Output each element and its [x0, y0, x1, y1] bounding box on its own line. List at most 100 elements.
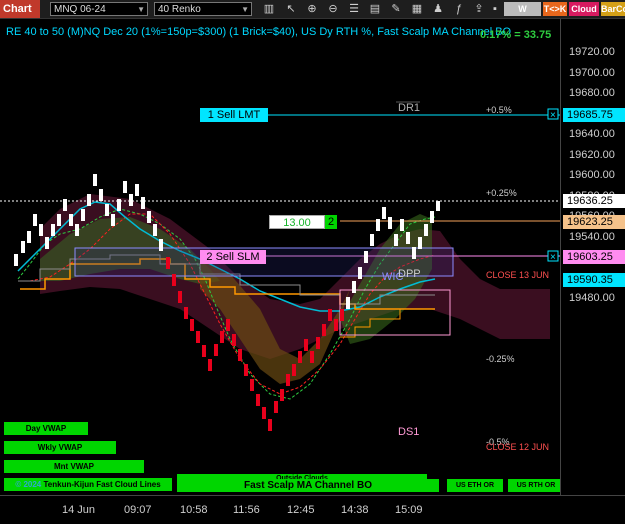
copyright-text: © 2024	[15, 480, 42, 489]
qty-order[interactable]: 13.00	[269, 215, 325, 229]
level-dpp: DPP	[398, 268, 421, 280]
renko-brick	[352, 281, 356, 293]
renko-brick	[81, 209, 85, 221]
tenkun-kijun-label: Tenkun-Kijun Fast Cloud Lines	[43, 480, 161, 489]
chevron-down-icon: ▼	[241, 5, 249, 14]
renko-brick	[400, 219, 404, 231]
renko-brick	[178, 291, 182, 303]
day-vwap-button[interactable]: Day VWAP	[4, 422, 88, 435]
renko-brick	[424, 224, 428, 236]
time-axis[interactable]: 14 Jun 09:07 10:58 11:56 12:45 14:38 15:…	[0, 495, 625, 524]
renko-brick	[256, 394, 260, 406]
svg-text:×: ×	[550, 110, 556, 121]
renko-brick	[129, 194, 133, 206]
renko-brick	[99, 189, 103, 201]
price-tag-vwap: 19590.35	[563, 273, 625, 287]
renko-brick	[111, 214, 115, 226]
renko-brick	[190, 319, 194, 331]
renko-brick	[316, 337, 320, 349]
level-dr1: DR1	[398, 102, 420, 114]
tk-button[interactable]: T<>K	[543, 2, 567, 16]
qty-count[interactable]: 2	[325, 215, 337, 229]
renko-brick	[153, 224, 157, 236]
renko-brick	[214, 344, 218, 356]
chevron-down-icon: ▼	[137, 5, 145, 14]
renko-brick	[358, 267, 362, 279]
drawing-icon[interactable]: ✎	[389, 1, 403, 17]
lock-icon[interactable]: ▪	[488, 1, 502, 17]
svg-text:×: ×	[550, 252, 556, 263]
data-box-icon[interactable]: ▦	[410, 1, 424, 17]
renko-brick	[147, 211, 151, 223]
strategies-icon[interactable]: ♟	[431, 1, 445, 17]
chart-toolbar: Chart MNQ 06-24 ▼ 40 Renko ▼ ▥ ↖ ⊕ ⊖ ☰ ▤…	[0, 0, 625, 28]
us-rth-or-button[interactable]: US RTH OR	[508, 479, 564, 492]
properties-icon[interactable]: ☰	[347, 1, 361, 17]
renko-brick	[418, 237, 422, 249]
cloud-button[interactable]: Cloud	[569, 2, 599, 16]
renko-brick	[14, 254, 18, 266]
renko-brick	[196, 331, 200, 343]
renko-brick	[202, 345, 206, 357]
renko-brick	[27, 231, 31, 243]
renko-brick	[388, 217, 392, 229]
zoom-in-icon[interactable]: ⊕	[305, 1, 319, 17]
sell-slm-order[interactable]: 2 Sell SLM	[200, 250, 266, 264]
renko-brick	[220, 331, 224, 343]
price-tick: 19620.00	[569, 148, 615, 161]
time-tick: 14:38	[341, 504, 369, 516]
instrument-selector[interactable]: MNQ 06-24 ▼	[50, 2, 148, 16]
price-tag-last: 19636.25	[563, 194, 625, 208]
fast-scalp-button[interactable]: Fast Scalp MA Channel BO	[177, 479, 439, 492]
mnt-vwap-button[interactable]: Mnt VWAP	[4, 460, 144, 473]
renko-brick	[286, 374, 290, 386]
instrument-value: MNQ 06-24	[54, 4, 106, 15]
renko-brick	[141, 197, 145, 209]
pointer-icon[interactable]: ↖	[284, 1, 298, 17]
us-eth-or-button[interactable]: US ETH OR	[447, 479, 503, 492]
renko-brick	[105, 204, 109, 216]
renko-brick	[376, 219, 380, 231]
renko-brick	[184, 307, 188, 319]
renko-brick	[208, 359, 212, 371]
renko-brick	[370, 234, 374, 246]
zoom-out-icon[interactable]: ⊖	[326, 1, 340, 17]
time-tick: 09:07	[124, 504, 152, 516]
barco-button[interactable]: BarCo	[601, 2, 625, 16]
level-ds1: DS1	[398, 426, 419, 438]
time-tick: 12:45	[287, 504, 315, 516]
bar-type-selector[interactable]: 40 Renko ▼	[154, 2, 252, 16]
renko-brick	[304, 339, 308, 351]
price-axis[interactable]: 19720.0019700.0019680.0019660.0019640.00…	[560, 19, 625, 495]
wvwap-button[interactable]: W VWAP	[504, 2, 541, 28]
chart-header: RE 40 to 50 (M)NQ Dec 20 (1%=150p=$300) …	[6, 26, 512, 38]
price-tick: 19540.00	[569, 230, 615, 243]
renko-brick	[135, 184, 139, 196]
tenkun-kijun-button[interactable]: © 2024 Tenkun-Kijun Fast Cloud Lines	[4, 478, 172, 491]
indicators-icon[interactable]: ƒ	[452, 1, 466, 17]
renko-brick	[93, 174, 97, 186]
renko-brick	[268, 419, 272, 431]
renko-brick	[310, 351, 314, 363]
renko-brick	[364, 251, 368, 263]
price-tick: 19720.00	[569, 46, 615, 58]
renko-brick	[262, 407, 266, 419]
level-plus-05: +0.5%	[486, 105, 512, 115]
share-icon[interactable]: ⇪	[472, 1, 486, 17]
wkly-vwap-button[interactable]: Wkly VWAP	[4, 441, 116, 454]
bar-type-value: 40 Renko	[158, 4, 201, 15]
renko-brick	[382, 207, 386, 219]
bars-icon[interactable]: ▥	[262, 1, 276, 17]
chart-panel[interactable]: DR1 +0.5% +0.25% WIC DPP CLOSE 13 JUN -0…	[0, 19, 564, 495]
time-tick: 11:56	[233, 504, 260, 516]
renko-brick	[328, 309, 332, 321]
renko-brick	[298, 351, 302, 363]
renko-brick	[63, 199, 67, 211]
price-tick: 19640.00	[569, 128, 615, 140]
renko-brick	[123, 181, 127, 193]
templates-icon[interactable]: ▤	[368, 1, 382, 17]
price-tick: 19680.00	[569, 87, 615, 99]
sell-lmt-order[interactable]: 1 Sell LMT	[200, 108, 268, 122]
chart-title: Chart	[0, 0, 40, 18]
renko-brick	[117, 199, 121, 211]
